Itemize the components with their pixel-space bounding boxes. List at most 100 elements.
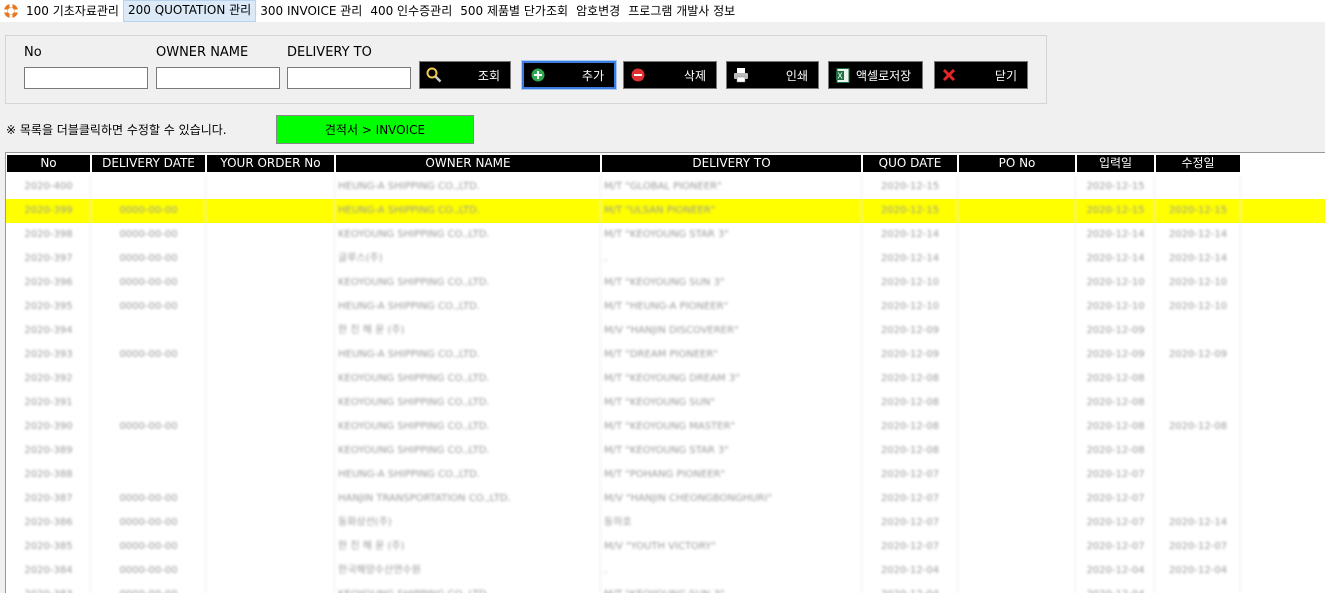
menu-invoice[interactable]: 300 INVOICE 관리	[256, 1, 366, 21]
cell-po-no	[959, 271, 1076, 295]
column-header-delivery-date[interactable]: DELIVERY DATE	[92, 155, 206, 172]
cell-owner-name: 글루스(주)	[336, 247, 601, 271]
cell-delivery-date: 0000-00-00	[92, 295, 206, 319]
magnifier-icon	[425, 66, 443, 84]
svg-text:X: X	[837, 71, 843, 80]
cell-delivery-date	[92, 391, 206, 415]
convert-to-invoice-button[interactable]: 견적서 > INVOICE	[276, 115, 474, 144]
menu-basic-data[interactable]: 100 기초자료관리	[22, 1, 123, 21]
cell-owner-name: HANJIN TRANSPORTATION CO.,LTD.	[336, 487, 601, 511]
table-row[interactable]: 2020-387 0000-00-00 HANJIN TRANSPORTATION …	[6, 487, 1325, 511]
cell-owner-name: HEUNG-A SHIPPING CO.,LTD.	[336, 175, 601, 199]
table-row[interactable]: 2020-391 KEOYOUNG SHIPPING CO.,LTD. M/T "K…	[6, 391, 1325, 415]
column-header-po-no[interactable]: PO No	[959, 155, 1076, 172]
table-row[interactable]: 2020-386 0000-00-00 동화상선(주) 동하호 2020-12-07 20…	[6, 511, 1325, 535]
cell-your-order-no	[207, 295, 335, 319]
cell-created-date: 2020-12-07	[1077, 463, 1155, 487]
table-row[interactable]: 2020-396 0000-00-00 KEOYOUNG SHIPPING CO.,…	[6, 271, 1325, 295]
cell-owner-name: HEUNG-A SHIPPING CO.,LTD.	[336, 295, 601, 319]
cell-no: 2020-391	[7, 391, 91, 415]
cell-no: 2020-396	[7, 271, 91, 295]
column-header-no[interactable]: No	[7, 155, 91, 172]
cell-owner-name: KEOYOUNG SHIPPING CO.,LTD.	[336, 367, 601, 391]
column-header-owner-name[interactable]: OWNER NAME	[336, 155, 601, 172]
cell-delivery-date: 0000-00-00	[92, 247, 206, 271]
cell-po-no	[959, 199, 1076, 223]
cell-modified-date: 2020-12-09	[1156, 343, 1241, 367]
excel-save-button[interactable]: X 액셀로저장	[828, 61, 923, 89]
table-row[interactable]: 2020-394 한 진 해 운 (주) M/V "HANJIN DISCOVERE…	[6, 319, 1325, 343]
cell-delivery-date: 0000-00-00	[92, 511, 206, 535]
cell-quo-date: 2020-12-08	[863, 367, 958, 391]
menu-unit-price[interactable]: 500 제품별 단가조회	[456, 1, 572, 21]
lifebuoy-icon	[2, 2, 20, 20]
cell-modified-date: 2020-12-07	[1156, 535, 1241, 559]
quotation-table[interactable]: No DELIVERY DATE YOUR ORDER No OWNER NAME DE…	[5, 152, 1325, 593]
cell-po-no	[959, 343, 1076, 367]
cell-your-order-no	[207, 271, 335, 295]
table-row[interactable]: 2020-388 HEUNG-A SHIPPING CO.,LTD. M/T "PO…	[6, 463, 1325, 487]
cell-created-date: 2020-12-10	[1077, 271, 1155, 295]
menu-developer-info[interactable]: 프로그램 개발사 정보	[624, 1, 739, 21]
cell-no: 2020-393	[7, 343, 91, 367]
cell-your-order-no	[207, 535, 335, 559]
table-row[interactable]: 2020-389 KEOYOUNG SHIPPING CO.,LTD. M/T "K…	[6, 439, 1325, 463]
cell-owner-name: HEUNG-A SHIPPING CO.,LTD.	[336, 463, 601, 487]
cell-your-order-no	[207, 175, 335, 199]
cell-your-order-no	[207, 319, 335, 343]
cell-po-no	[959, 511, 1076, 535]
menu-change-password[interactable]: 암호변경	[572, 1, 624, 21]
print-button[interactable]: 인쇄	[726, 61, 819, 89]
cell-po-no	[959, 295, 1076, 319]
menu-quotation[interactable]: 200 QUOTATION 관리	[122, 0, 257, 22]
cell-delivery-to: M/T "ULSAN PIONEER"	[602, 199, 862, 223]
cell-quo-date: 2020-12-04	[863, 559, 958, 583]
cell-delivery-to: M/T "KEOYOUNG MASTER"	[602, 415, 862, 439]
column-header-delivery-to[interactable]: DELIVERY TO	[602, 155, 862, 172]
cell-created-date: 2020-12-04	[1077, 559, 1155, 583]
cell-owner-name: 한 진 해 운 (주)	[336, 319, 601, 343]
table-row[interactable]: 2020-385 0000-00-00 한 진 해 운 (주) M/V "YOUTH …	[6, 535, 1325, 559]
table-row[interactable]: 2020-398 0000-00-00 KEOYOUNG SHIPPING CO.,…	[6, 223, 1325, 247]
table-row[interactable]: 2020-395 0000-00-00 HEUNG-A SHIPPING CO.,L…	[6, 295, 1325, 319]
printer-icon	[732, 66, 750, 84]
cell-quo-date: 2020-12-08	[863, 415, 958, 439]
table-row[interactable]: 2020-390 0000-00-00 KEOYOUNG SHIPPING CO.,…	[6, 415, 1325, 439]
no-input[interactable]	[24, 67, 148, 89]
column-header-your-order-no[interactable]: YOUR ORDER No	[207, 155, 335, 172]
table-row[interactable]: 2020-397 0000-00-00 글루스(주). 2020-12-14 2020-…	[6, 247, 1325, 271]
table-row[interactable]: 2020-384 0000-00-00 한국해양수산연수원. 2020-12-04 20…	[6, 559, 1325, 583]
delivery-to-input[interactable]	[287, 67, 411, 89]
cell-owner-name: HEUNG-A SHIPPING CO.,LTD.	[336, 199, 601, 223]
cell-delivery-date	[92, 439, 206, 463]
table-row[interactable]: 2020-392 KEOYOUNG SHIPPING CO.,LTD. M/T "K…	[6, 367, 1325, 391]
print-button-label: 인쇄	[785, 68, 808, 83]
cell-created-date: 2020-12-07	[1077, 511, 1155, 535]
cell-modified-date	[1156, 463, 1241, 487]
menu-receipt[interactable]: 400 인수증관리	[366, 1, 456, 21]
column-header-created-date[interactable]: 입력일	[1077, 155, 1155, 172]
cell-no: 2020-400	[7, 175, 91, 199]
cell-modified-date: 2020-12-10	[1156, 271, 1241, 295]
owner-name-input[interactable]	[156, 67, 280, 89]
table-row[interactable]: 2020-399 0000-00-00 HEUNG-A SHIPPING CO.,L…	[6, 199, 1325, 223]
add-button[interactable]: 추가	[522, 61, 616, 89]
delete-button[interactable]: 삭제	[623, 61, 717, 89]
cell-your-order-no	[207, 247, 335, 271]
cell-modified-date: 2020-12-08	[1156, 415, 1241, 439]
cell-created-date: 2020-12-14	[1077, 247, 1155, 271]
cell-po-no	[959, 439, 1076, 463]
column-header-modified-date[interactable]: 수정일	[1156, 155, 1241, 172]
hint-text: ※ 목록을 더블클릭하면 수정할 수 있습니다.	[6, 123, 227, 137]
minus-circle-icon	[629, 66, 647, 84]
table-row[interactable]: 2020-393 0000-00-00 HEUNG-A SHIPPING CO.,L…	[6, 343, 1325, 367]
cell-your-order-no	[207, 223, 335, 247]
search-button[interactable]: 조회	[419, 61, 511, 89]
close-button[interactable]: 닫기	[934, 61, 1028, 89]
column-header-quo-date[interactable]: QUO DATE	[863, 155, 958, 172]
cell-your-order-no	[207, 559, 335, 583]
cell-delivery-to: .	[602, 559, 862, 583]
cell-created-date: 2020-12-09	[1077, 319, 1155, 343]
table-row[interactable]: 2020-400 HEUNG-A SHIPPING CO.,LTD. M/T "GL…	[6, 175, 1325, 199]
cell-po-no	[959, 559, 1076, 583]
